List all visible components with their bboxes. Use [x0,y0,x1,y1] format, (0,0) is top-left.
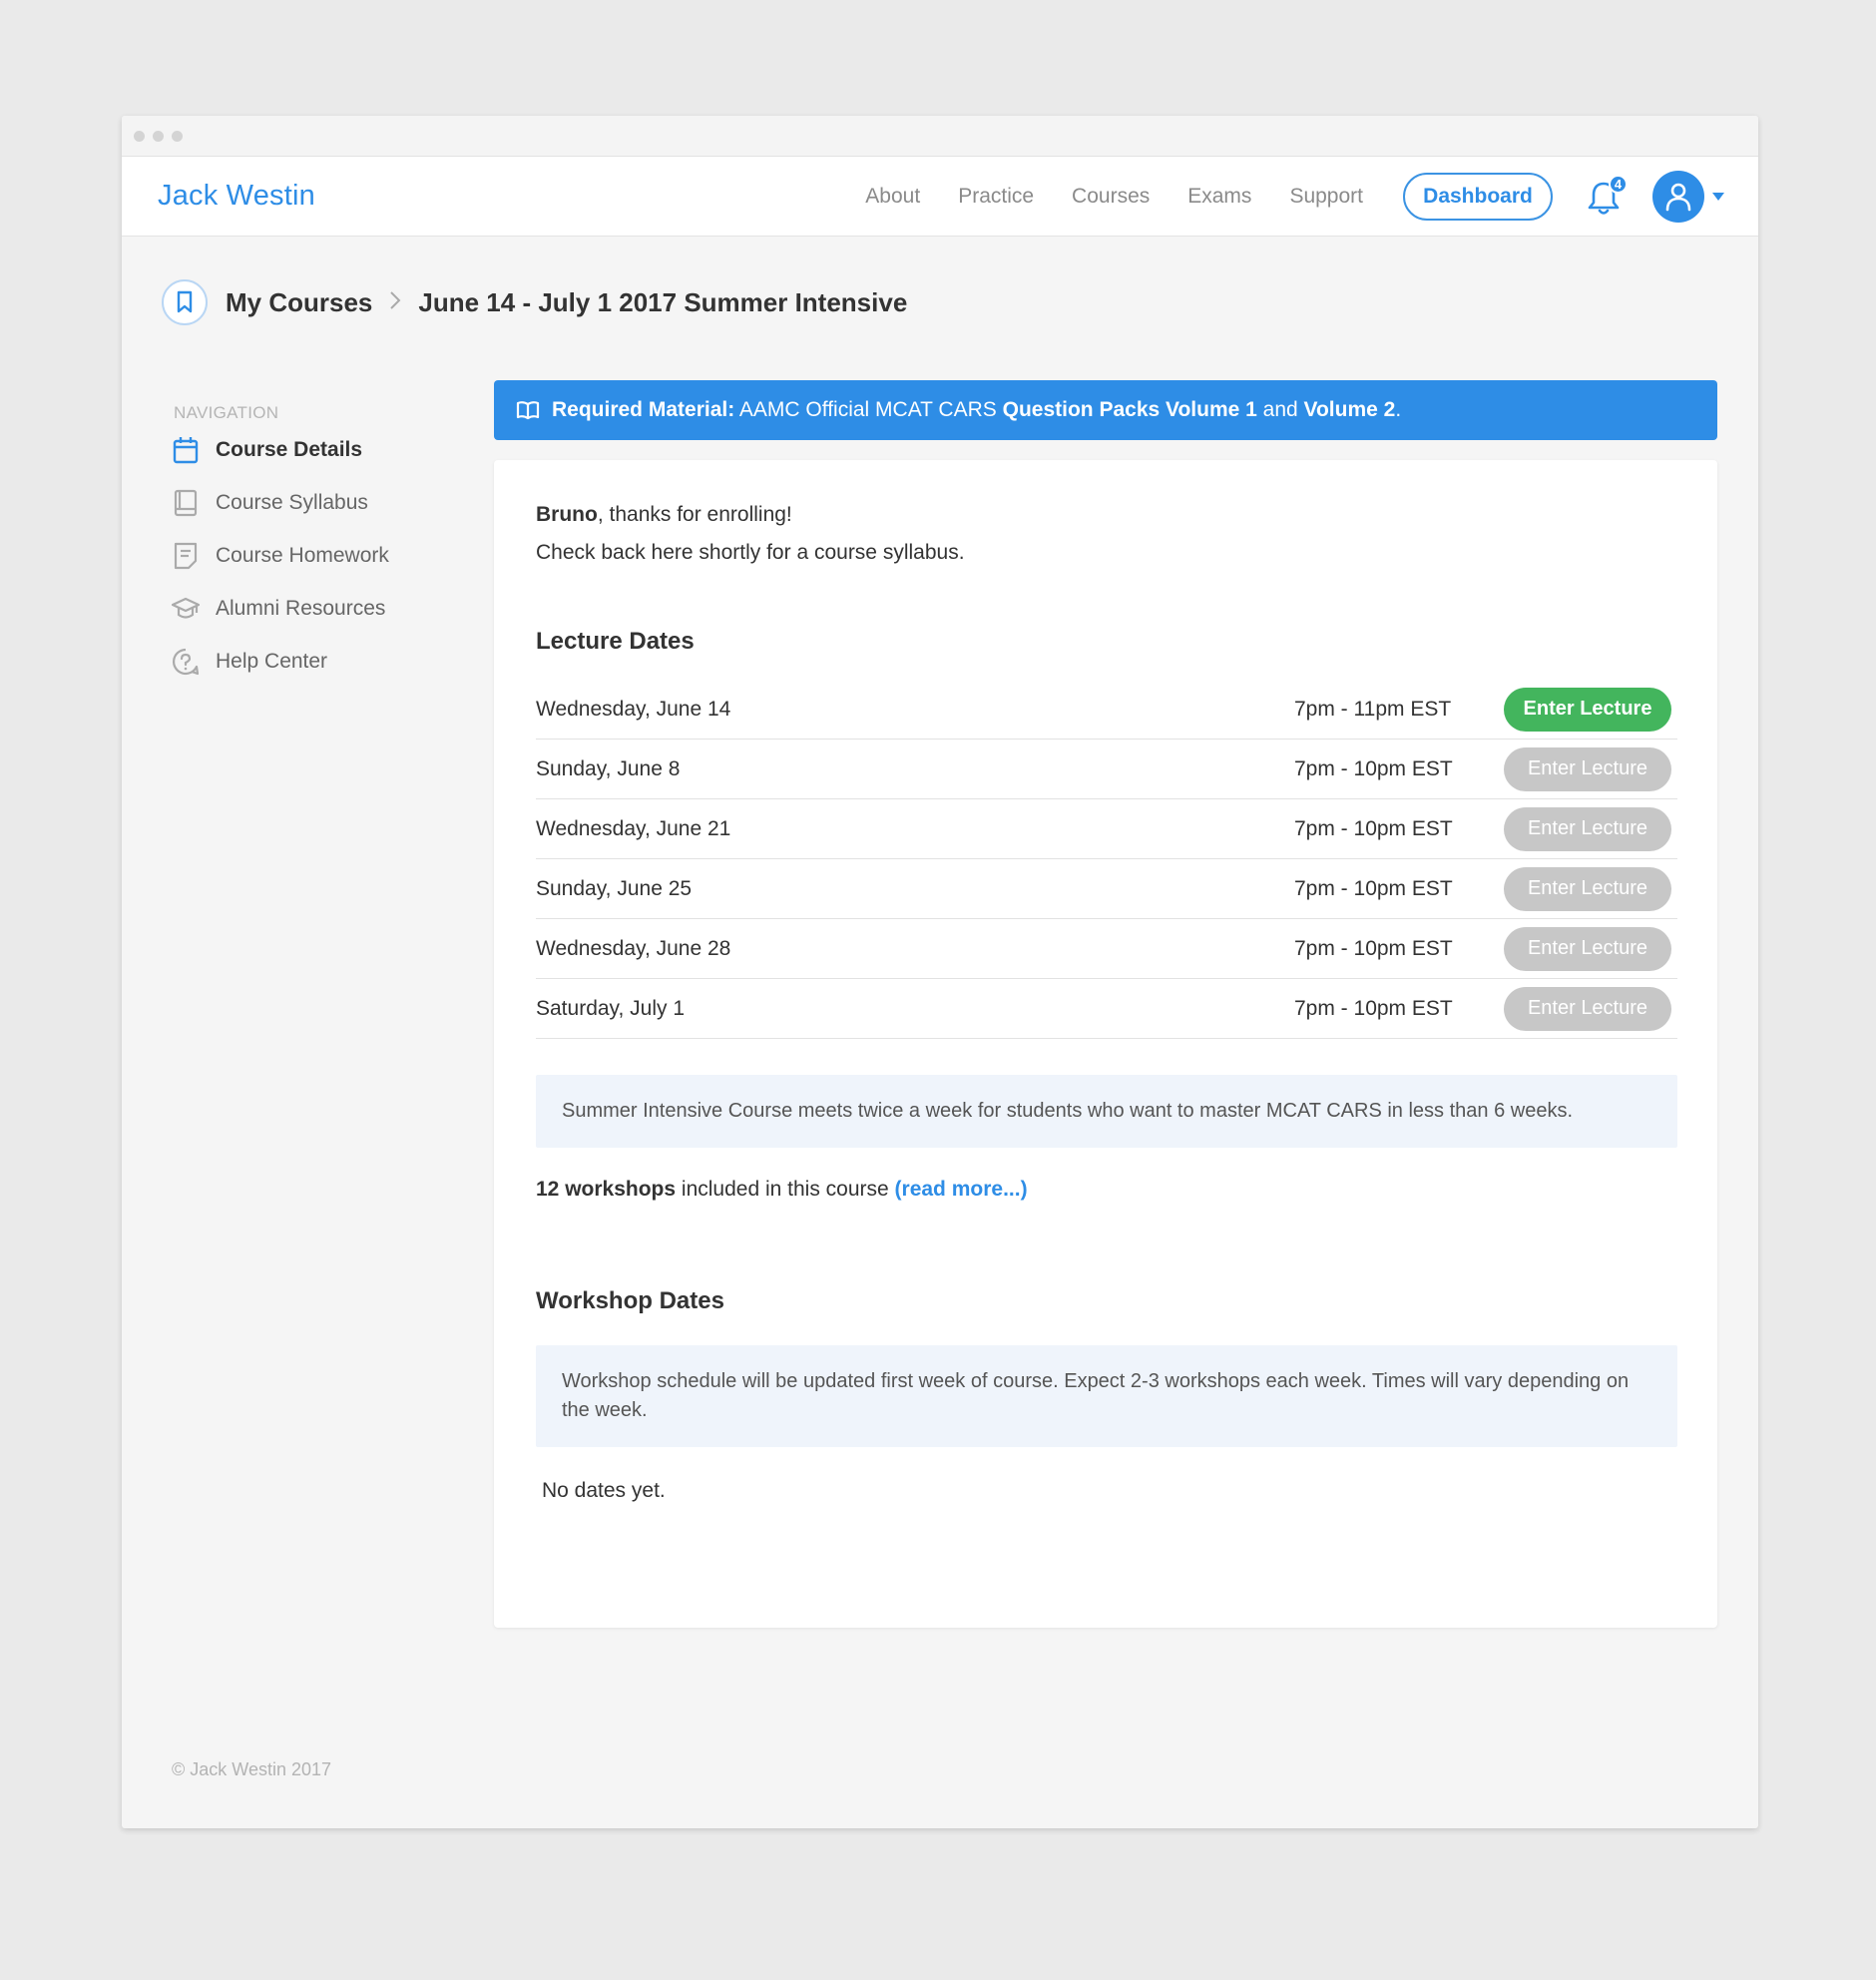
chevron-right-icon [388,289,402,316]
enter-lecture-button[interactable]: Enter Lecture [1504,687,1671,732]
sidebar-item-help-center[interactable]: Help Center [172,635,471,688]
sidebar-heading: NAVIGATION [174,403,279,422]
help-icon [172,648,200,676]
nav-link-about[interactable]: About [865,185,920,209]
sidebar-item-label: Alumni Resources [216,596,386,620]
bookmark-badge [162,279,208,325]
lecture-time: 7pm - 10pm EST [1294,936,1453,960]
lecture-date: Wednesday, June 21 [536,816,731,840]
enter-lecture-button-disabled[interactable]: Enter Lecture [1504,746,1671,791]
nav-link-practice[interactable]: Practice [958,185,1034,209]
dashboard-button[interactable]: Dashboard [1403,172,1553,221]
breadcrumb-my-courses[interactable]: My Courses [226,287,372,318]
sidebar: NAVIGATION Course Details Course Syllabu… [172,403,471,688]
lecture-table: Wednesday, June 14 7pm - 11pm EST Enter … [536,680,1677,1039]
no-dates-text: No dates yet. [542,1479,666,1502]
sidebar-item-label: Course Details [216,437,363,461]
table-row: Wednesday, June 28 7pm - 10pm EST Enter … [536,919,1677,979]
banner-text: Required Material: AAMC Official MCAT CA… [552,398,1401,422]
lecture-date: Wednesday, June 14 [536,697,731,721]
table-row: Saturday, July 1 7pm - 10pm EST Enter Le… [536,979,1677,1039]
workshops-count: 12 workshops [536,1178,677,1201]
enter-lecture-button-disabled[interactable]: Enter Lecture [1504,926,1671,971]
banner-text-3: . [1395,398,1402,421]
table-row: Wednesday, June 14 7pm - 11pm EST Enter … [536,680,1677,740]
lecture-date: Sunday, June 8 [536,756,681,780]
nav-link-exams[interactable]: Exams [1187,185,1251,209]
lecture-dates-title: Lecture Dates [536,628,695,655]
user-avatar[interactable] [1652,170,1704,223]
sidebar-item-course-homework[interactable]: Course Homework [172,529,471,582]
syllabus-note: Check back here shortly for a course syl… [536,541,965,564]
enter-lecture-button-disabled[interactable]: Enter Lecture [1504,806,1671,851]
workshops-rest: included in this course [676,1178,895,1201]
lecture-time: 7pm - 11pm EST [1294,697,1452,721]
sidebar-item-label: Course Syllabus [216,490,368,514]
banner-bold-1: Question Packs Volume 1 [1002,398,1257,421]
document-icon [172,542,200,570]
nav-link-support[interactable]: Support [1289,185,1363,209]
banner-bold-2: Volume 2 [1303,398,1396,421]
sidebar-item-alumni-resources[interactable]: Alumni Resources [172,582,471,635]
banner-text-1: AAMC Official MCAT CARS [734,398,1003,421]
lecture-time: 7pm - 10pm EST [1294,816,1453,840]
course-description: Summer Intensive Course meets twice a we… [536,1075,1677,1148]
table-row: Sunday, June 8 7pm - 10pm EST Enter Lect… [536,740,1677,799]
sidebar-item-label: Course Homework [216,543,389,567]
user-menu-caret-icon[interactable] [1712,192,1724,201]
breadcrumb-current: June 14 - July 1 2017 Summer Intensive [418,286,908,317]
lecture-time: 7pm - 10pm EST [1294,756,1453,780]
banner-label: Required Material: [552,398,735,421]
notification-badge: 4 [1609,174,1628,194]
browser-window: Jack Westin About Practice Courses Exams… [122,116,1758,1828]
course-details-card: Bruno, thanks for enrolling! Check back … [494,460,1717,1628]
lecture-date: Saturday, July 1 [536,996,686,1020]
calendar-icon [172,436,200,464]
greeting: Bruno, thanks for enrolling! [536,496,1677,534]
breadcrumb: My Courses June 14 - July 1 2017 Summer … [162,279,907,325]
user-icon [1665,183,1691,211]
window-dot [172,130,183,142]
lecture-time: 7pm - 10pm EST [1294,876,1453,900]
workshop-note: Workshop schedule will be updated first … [536,1345,1677,1447]
bookmark-icon [177,290,193,313]
brand-logo[interactable]: Jack Westin [158,180,315,213]
nav-link-courses[interactable]: Courses [1072,185,1150,209]
sidebar-item-course-syllabus[interactable]: Course Syllabus [172,476,471,529]
top-navbar: Jack Westin About Practice Courses Exams… [122,157,1758,237]
lecture-date: Sunday, June 25 [536,876,693,900]
window-dot [134,130,145,142]
read-more-link[interactable]: (read more...) [895,1178,1028,1201]
user-name: Bruno [536,503,598,526]
greeting-rest: , thanks for enrolling! [597,503,792,526]
workshops-summary: 12 workshops included in this course (re… [536,1178,1677,1202]
nav-links: About Practice Courses Exams Support [865,185,1363,209]
sidebar-item-course-details[interactable]: Course Details [172,423,471,476]
book-icon [172,489,200,517]
lecture-time: 7pm - 10pm EST [1294,996,1453,1020]
enter-lecture-button-disabled[interactable]: Enter Lecture [1504,986,1671,1031]
table-row: Sunday, June 25 7pm - 10pm EST Enter Lec… [536,859,1677,919]
lecture-date: Wednesday, June 28 [536,936,731,960]
window-dot [153,130,164,142]
sidebar-item-label: Help Center [216,649,328,673]
notifications-button[interactable]: 4 [1587,174,1628,219]
window-titlebar [122,116,1758,157]
graduation-cap-icon [172,595,200,623]
footer-copyright: © Jack Westin 2017 [172,1759,332,1779]
banner-text-2: and [1256,398,1304,421]
open-book-icon [516,401,540,420]
required-material-banner: Required Material: AAMC Official MCAT CA… [494,380,1717,440]
enter-lecture-button-disabled[interactable]: Enter Lecture [1504,866,1671,911]
table-row: Wednesday, June 21 7pm - 10pm EST Enter … [536,799,1677,859]
workshop-dates-title: Workshop Dates [536,1287,724,1314]
